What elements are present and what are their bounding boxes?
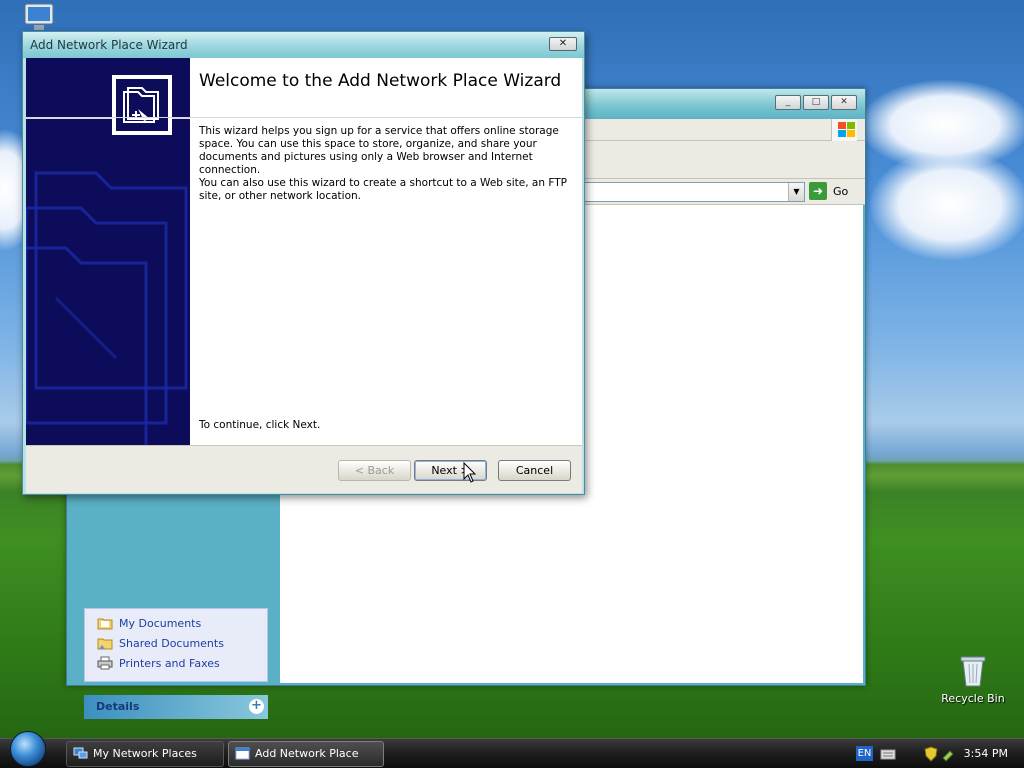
windows-flag-icon xyxy=(831,119,857,141)
task-link-shared-documents[interactable]: Shared Documents xyxy=(97,633,267,653)
window-icon xyxy=(235,747,250,760)
cancel-button[interactable]: Cancel xyxy=(498,460,571,481)
taskbar: My Network Places Add Network Place Wi..… xyxy=(0,731,1024,768)
wizard-title: Add Network Place Wizard xyxy=(30,38,188,52)
address-input[interactable]: ▼ xyxy=(583,182,805,202)
desktop-icon-recycle-bin[interactable]: Recycle Bin xyxy=(938,654,1008,705)
start-button[interactable] xyxy=(10,731,46,767)
recycle-bin-label: Recycle Bin xyxy=(941,692,1005,705)
safely-remove-icon[interactable] xyxy=(940,746,956,762)
back-button[interactable]: < Back xyxy=(338,460,411,481)
wizard-description-2: You can also use this wizard to create a… xyxy=(199,177,567,202)
wizard-logo xyxy=(112,75,172,135)
clock[interactable]: 3:54 PM xyxy=(964,747,1008,760)
security-shield-icon[interactable] xyxy=(924,746,938,762)
taskbar-item-add-network-place-wizard[interactable]: Add Network Place Wi... xyxy=(228,741,384,767)
maximize-button[interactable]: □ xyxy=(803,95,829,110)
go-button[interactable]: ➜ Go xyxy=(809,182,848,200)
wizard-titlebar[interactable]: Add Network Place Wizard ✕ xyxy=(23,32,584,58)
system-tray: EN 3:54 PM xyxy=(854,739,1024,768)
wizard-description: This wizard helps you sign up for a serv… xyxy=(199,125,559,176)
task-link-printers-and-faxes[interactable]: Printers and Faxes xyxy=(97,653,267,673)
go-arrow-icon: ➜ xyxy=(809,182,827,200)
network-folder-icon xyxy=(123,87,159,123)
shared-folder-icon xyxy=(97,638,113,650)
taskbar-item-my-network-places[interactable]: My Network Places xyxy=(66,741,224,767)
keyboard-icon[interactable] xyxy=(880,747,896,761)
printer-icon xyxy=(97,656,113,670)
minimize-button[interactable]: _ xyxy=(775,95,801,110)
address-dropdown-button[interactable]: ▼ xyxy=(788,183,804,201)
details-panel-header[interactable]: Details + xyxy=(84,695,268,719)
network-places-icon xyxy=(73,747,88,759)
window-buttons: _ □ ✕ xyxy=(775,95,857,110)
folder-icon xyxy=(97,618,113,630)
mouse-cursor-icon xyxy=(463,462,477,483)
wizard-body: Welcome to the Add Network Place Wizard … xyxy=(26,58,582,445)
wizard-close-button[interactable]: ✕ xyxy=(549,37,577,51)
go-label: Go xyxy=(833,184,849,198)
other-places-panel: My Documents Shared Documents Printers a… xyxy=(84,608,268,682)
task-link-my-documents[interactable]: My Documents xyxy=(97,613,267,633)
recycle-bin-icon xyxy=(960,656,986,687)
cloud xyxy=(870,150,1024,260)
continue-instruction: To continue, click Next. xyxy=(199,419,321,431)
expand-icon[interactable]: + xyxy=(249,699,264,714)
close-button[interactable]: ✕ xyxy=(831,95,857,110)
computer-icon xyxy=(24,3,54,30)
add-network-place-wizard[interactable]: Add Network Place Wizard ✕ Welcome to th… xyxy=(22,31,585,495)
language-indicator[interactable]: EN xyxy=(856,746,873,761)
wizard-footer: < Back Next > Cancel xyxy=(26,445,582,493)
wizard-heading: Welcome to the Add Network Place Wizard xyxy=(199,71,562,91)
header-separator xyxy=(26,117,582,118)
